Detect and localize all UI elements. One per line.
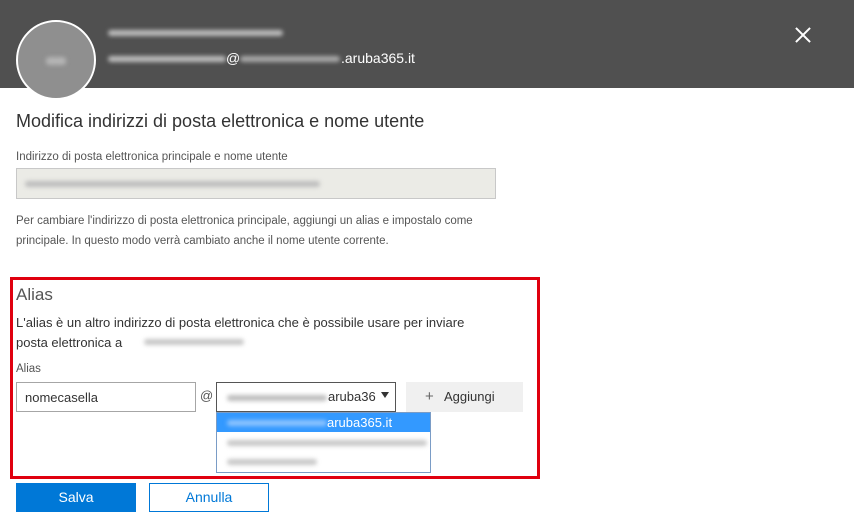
primary-help-text: Per cambiare l'indirizzo di posta elettr…	[16, 215, 473, 247]
user-domain-redacted	[240, 56, 340, 62]
domain-select-redacted	[227, 395, 327, 401]
user-email-domain: .aruba365.it	[341, 50, 415, 66]
alias-description: L'alias è un altro indirizzo di posta el…	[16, 315, 465, 350]
avatar	[16, 20, 96, 100]
domain-dropdown-list[interactable]: aruba365.it	[216, 412, 431, 473]
panel-header: @ .aruba365.it	[0, 0, 854, 100]
domain-option-label: aruba365.it	[327, 415, 393, 430]
plus-icon: +	[425, 388, 434, 405]
domain-select[interactable]: aruba365.it	[216, 382, 396, 412]
user-local-part-redacted	[108, 56, 226, 62]
domain-option-redacted	[227, 459, 317, 465]
primary-email-redacted	[25, 181, 320, 187]
alias-description-email-redacted	[144, 339, 244, 345]
user-name-redacted	[108, 30, 283, 36]
save-button[interactable]: Salva	[16, 483, 136, 512]
close-icon[interactable]	[790, 22, 816, 48]
domain-option[interactable]	[217, 432, 430, 451]
alias-input[interactable]: nomecasella	[16, 382, 196, 412]
domain-option-redacted	[227, 440, 427, 446]
chevron-down-icon[interactable]	[381, 392, 389, 398]
alias-heading: Alias	[16, 285, 53, 304]
primary-email-field	[16, 168, 496, 199]
domain-select-value: aruba365.it	[328, 389, 376, 404]
alias-input-value[interactable]: nomecasella	[25, 390, 98, 405]
domain-option-redacted	[227, 420, 327, 426]
alias-at-sign: @	[200, 388, 214, 403]
alias-field-label: Alias	[16, 363, 41, 375]
add-alias-button[interactable]: + Aggiungi	[406, 382, 523, 412]
avatar-initials-redacted	[46, 57, 66, 65]
primary-email-label: Indirizzo di posta elettronica principal…	[16, 151, 288, 163]
domain-option[interactable]	[217, 451, 430, 470]
user-email-at: @	[226, 50, 241, 66]
domain-option[interactable]: aruba365.it	[217, 413, 430, 432]
page-title: Modifica indirizzi di posta elettronica …	[16, 111, 425, 131]
cancel-button[interactable]: Annulla	[149, 483, 269, 512]
add-alias-label: Aggiungi	[444, 389, 495, 404]
